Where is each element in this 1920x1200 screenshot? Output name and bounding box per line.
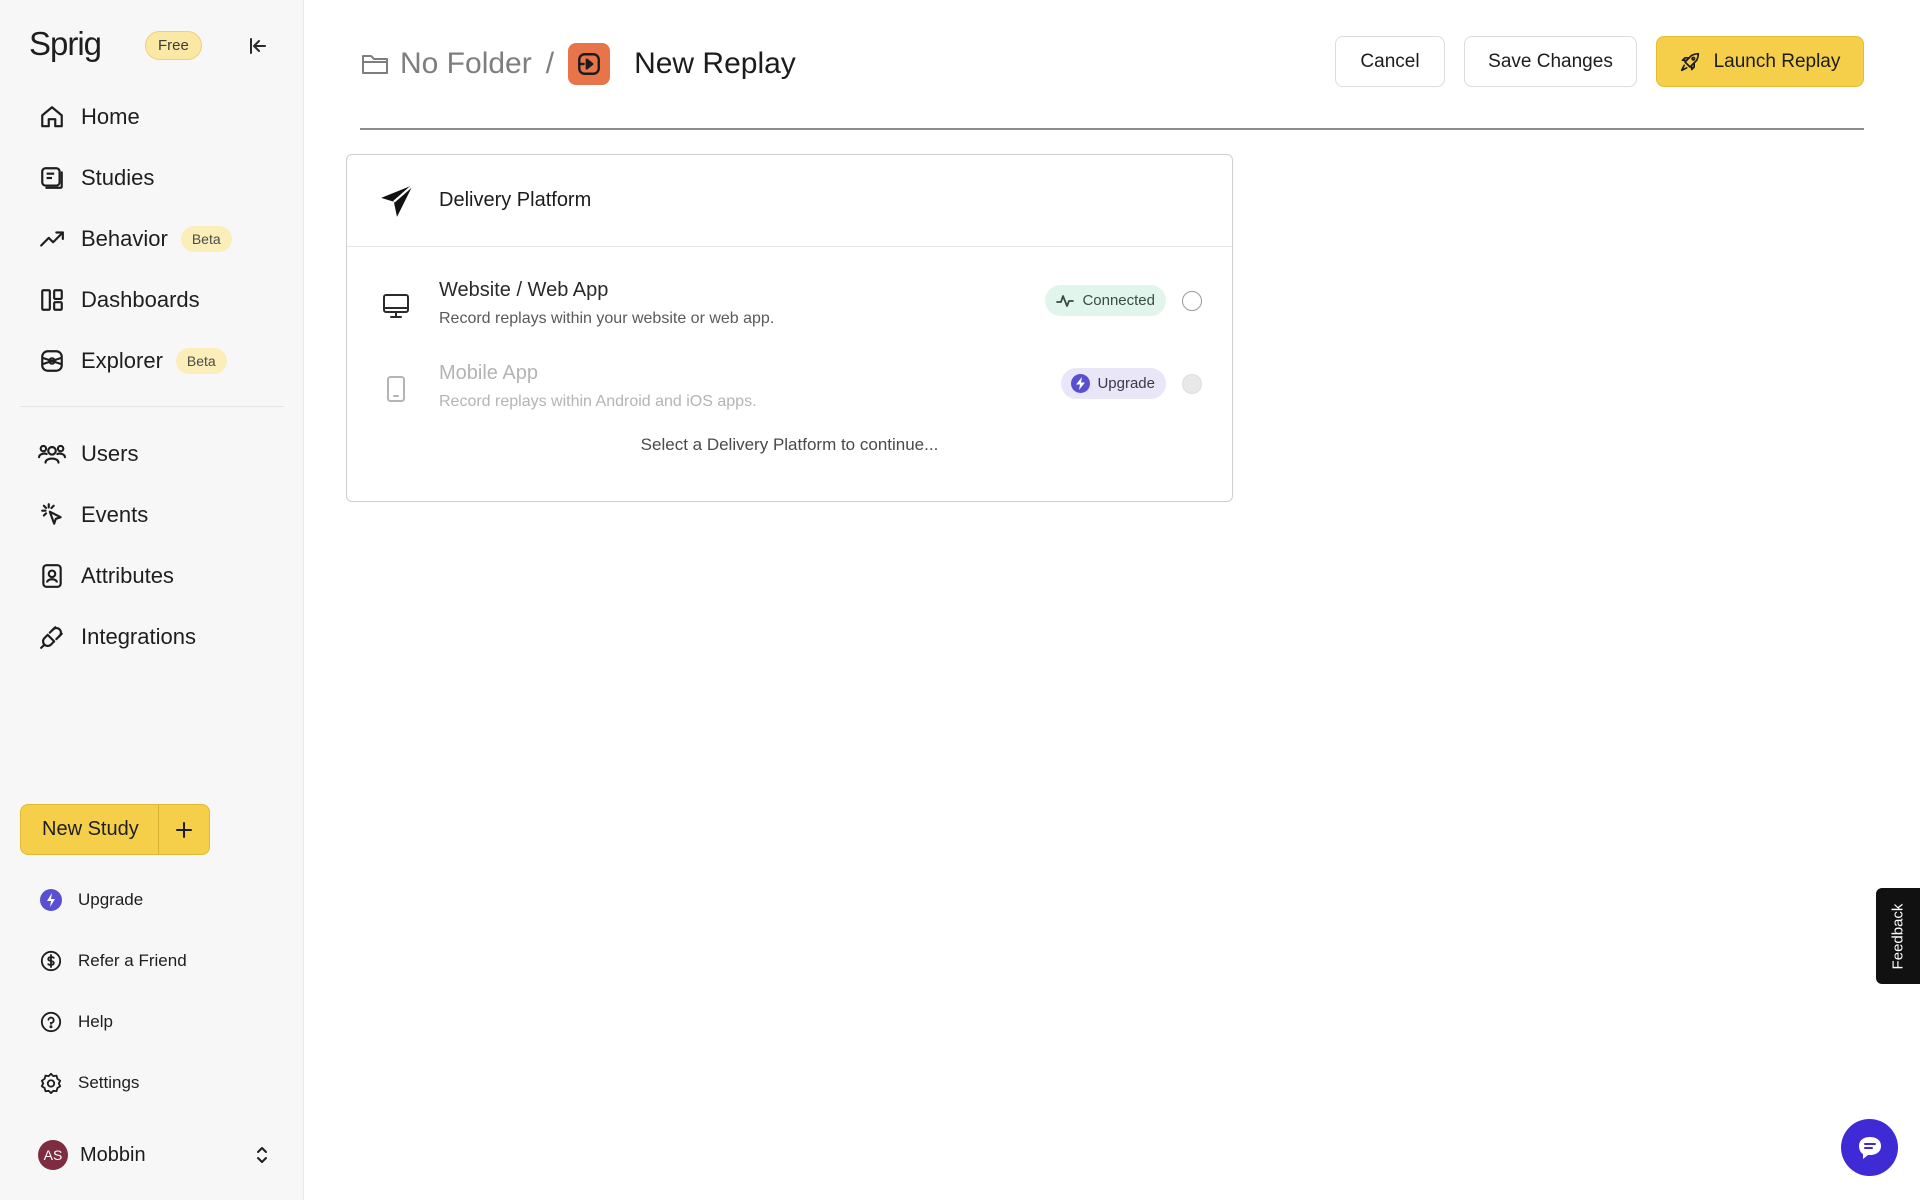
delivery-platform-card: Delivery Platform Website / Web App Reco…: [346, 154, 1233, 502]
nav-item-attributes[interactable]: Attributes: [20, 551, 284, 601]
brand-logo-text: Sprig: [29, 25, 102, 62]
footer-label: Settings: [78, 1073, 140, 1092]
replay-icon: [568, 43, 611, 85]
option-title: Mobile App: [439, 362, 538, 384]
footer-label: Upgrade: [78, 890, 144, 909]
mobile-icon: [382, 372, 410, 406]
paper-plane-icon: [377, 181, 417, 221]
footer-label: Refer a Friend: [78, 951, 187, 970]
nav-label: Dashboards: [81, 287, 200, 312]
home-icon: [38, 103, 66, 131]
nav-label: Studies: [81, 165, 155, 190]
nav-item-home[interactable]: Home: [20, 92, 284, 142]
page-header: No Folder / New Replay Cancel Save Chang…: [360, 30, 1864, 100]
option-description: Record replays within your website or we…: [439, 310, 775, 327]
beta-badge: Beta: [175, 348, 227, 374]
chat-launcher-button[interactable]: [1841, 1119, 1898, 1176]
trend-icon: [38, 225, 66, 253]
selection-hint: Select a Delivery Platform to continue..…: [640, 435, 939, 454]
card-header: Delivery Platform: [347, 155, 1232, 247]
nav-item-studies[interactable]: Studies: [20, 153, 284, 203]
settings-link[interactable]: Settings: [20, 1059, 284, 1107]
breadcrumb: No Folder / New Replay: [360, 43, 796, 85]
gear-icon: [38, 1070, 64, 1096]
dollar-icon: [38, 948, 64, 974]
save-changes-button[interactable]: Save Changes: [1464, 36, 1637, 87]
account-name: Mobbin: [80, 1143, 146, 1166]
option-title: Website / Web App: [439, 279, 609, 301]
cancel-button[interactable]: Cancel: [1335, 36, 1445, 87]
new-study-button[interactable]: New Study: [20, 804, 210, 855]
feedback-tab[interactable]: Feedback: [1876, 888, 1920, 984]
radio-website[interactable]: [1182, 291, 1202, 311]
nav-label: Home: [81, 104, 140, 129]
footer-label: Help: [78, 1012, 113, 1031]
option-website[interactable]: Website / Web App Record replays within …: [347, 271, 1232, 341]
launch-replay-label: Launch Replay: [1713, 50, 1841, 72]
chevron-up-down-icon: [250, 1145, 274, 1165]
nav-label: Explorer: [81, 348, 163, 373]
plan-badge: Free: [145, 31, 202, 60]
option-description: Record replays within Android and iOS ap…: [439, 393, 757, 410]
rocket-icon: [1680, 52, 1699, 71]
launch-replay-button[interactable]: Launch Replay: [1656, 36, 1864, 87]
chat-icon: [1858, 1136, 1881, 1159]
events-icon: [38, 501, 66, 529]
card-title: Delivery Platform: [439, 189, 592, 211]
explorer-icon: [38, 347, 66, 375]
nav-item-users[interactable]: Users: [20, 429, 284, 479]
collapse-left-icon: [250, 38, 266, 54]
connected-label: Connected: [1082, 292, 1155, 309]
users-icon: [38, 440, 66, 468]
nav-item-events[interactable]: Events: [20, 490, 284, 540]
monitor-icon: [382, 289, 410, 323]
plus-icon[interactable]: [158, 805, 209, 854]
nav-label: Behavior: [81, 226, 168, 251]
folder-name-link[interactable]: No Folder: [400, 47, 532, 81]
folder-icon: [360, 49, 390, 79]
nav-item-dashboards[interactable]: Dashboards: [20, 275, 284, 325]
header-divider: [360, 128, 1864, 130]
option-mobile-app: Mobile App Record replays within Android…: [347, 354, 1232, 424]
nav-item-integrations[interactable]: Integrations: [20, 612, 284, 662]
help-link[interactable]: Help: [20, 998, 284, 1046]
activity-icon: [1056, 294, 1075, 307]
upgrade-label: Upgrade: [1097, 375, 1155, 392]
nav-divider: [20, 406, 284, 407]
nav-item-behavior[interactable]: Behavior Beta: [20, 214, 284, 264]
connected-badge: Connected: [1045, 285, 1166, 316]
nav-item-explorer[interactable]: Explorer Beta: [20, 336, 284, 386]
nav-label: Users: [81, 441, 139, 466]
new-study-label: New Study: [42, 818, 139, 840]
help-icon: [38, 1009, 64, 1035]
secondary-nav: Users Events Attributes Integrations: [20, 429, 284, 673]
studies-icon: [38, 164, 66, 192]
bolt-icon: [1071, 374, 1091, 393]
dashboards-icon: [38, 286, 66, 314]
nav-label: Integrations: [81, 624, 196, 649]
brand-logo[interactable]: Sprig: [29, 24, 102, 64]
attributes-icon: [38, 562, 66, 590]
upgrade-link[interactable]: Upgrade: [20, 876, 284, 924]
nav-label: Attributes: [81, 563, 174, 588]
avatar: AS: [38, 1140, 68, 1170]
upgrade-badge[interactable]: Upgrade: [1061, 368, 1166, 399]
sidebar: Sprig Free Home Studies Behavior Beta Da…: [0, 0, 304, 1200]
beta-badge: Beta: [180, 226, 232, 252]
plug-icon: [38, 623, 66, 651]
radio-mobile-app: [1182, 374, 1202, 394]
breadcrumb-separator: /: [545, 47, 555, 80]
primary-nav: Home Studies Behavior Beta Dashboards Ex…: [20, 92, 284, 397]
feedback-label: Feedback: [1889, 903, 1907, 969]
upgrade-icon: [38, 887, 64, 913]
collapse-sidebar-button[interactable]: [244, 32, 272, 60]
refer-a-friend-link[interactable]: Refer a Friend: [20, 937, 284, 985]
page-title[interactable]: New Replay: [634, 47, 796, 81]
nav-label: Events: [81, 502, 149, 527]
account-switcher[interactable]: AS Mobbin: [20, 1130, 284, 1180]
